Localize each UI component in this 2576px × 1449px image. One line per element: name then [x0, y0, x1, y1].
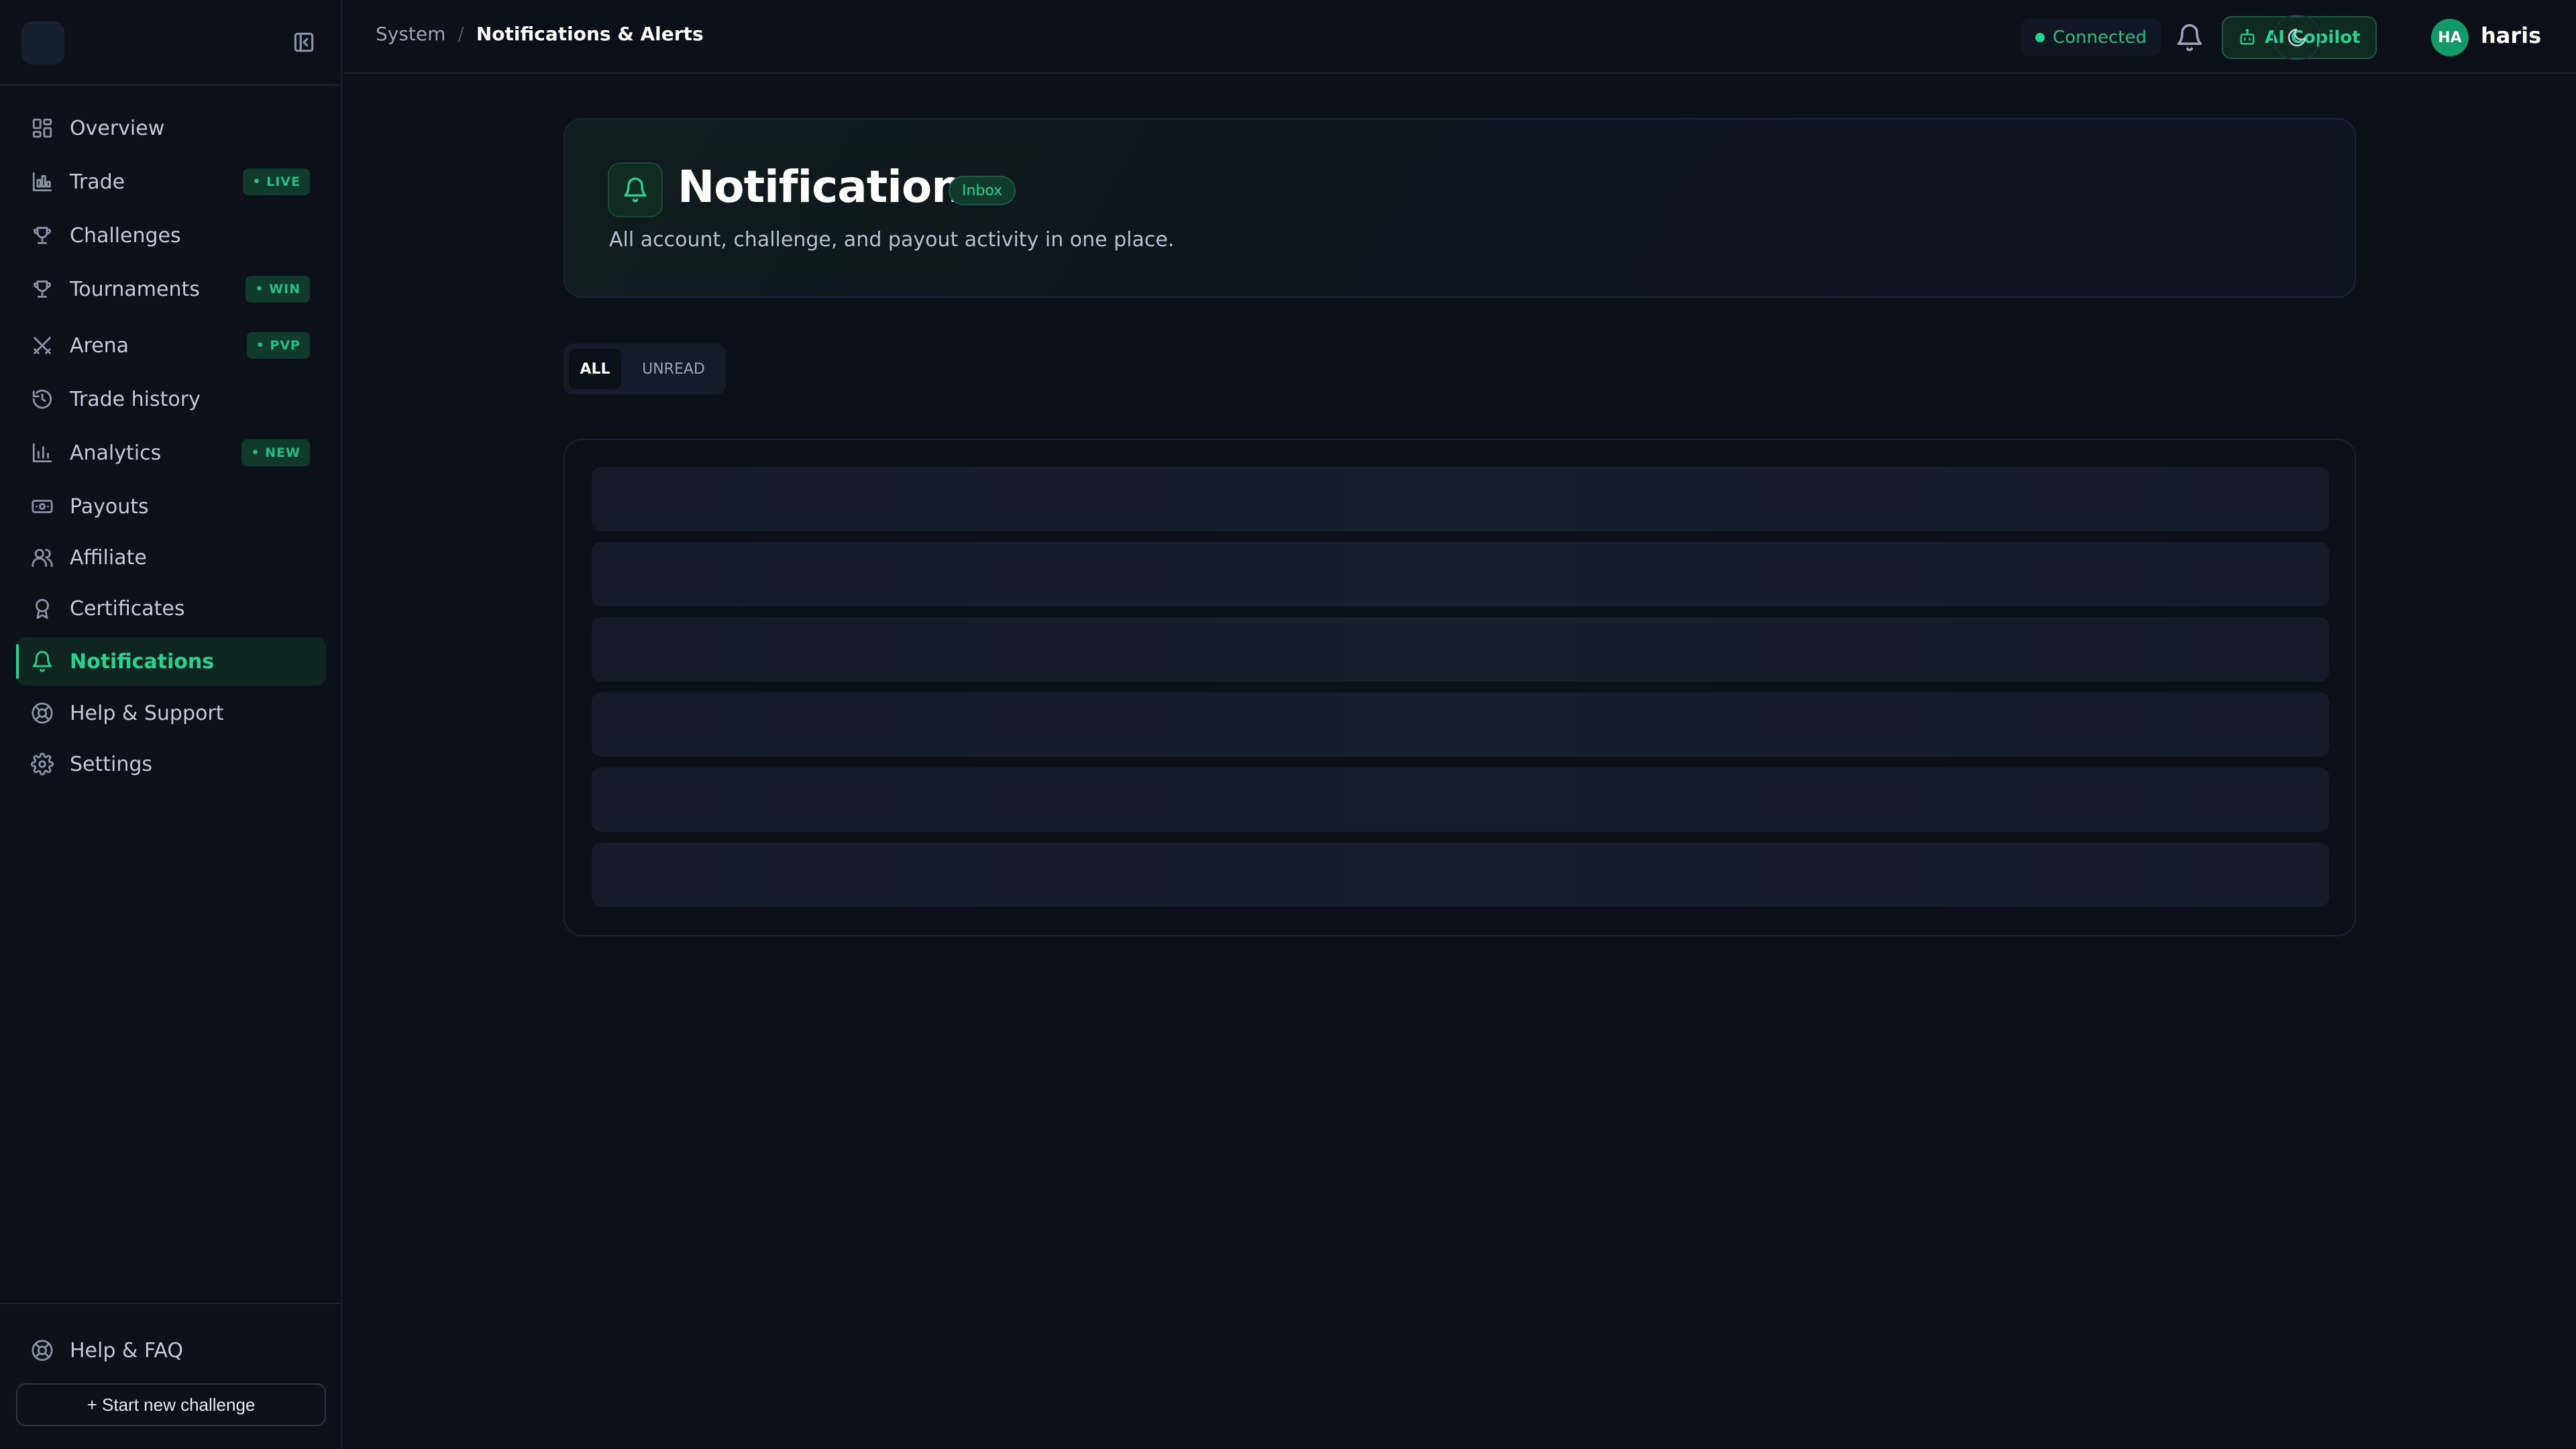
trophy-icon	[31, 278, 54, 301]
tab-unread[interactable]: UNREAD	[627, 349, 720, 389]
sidebar-item-label: Analytics	[70, 441, 162, 465]
page-title: Notifications	[678, 161, 989, 213]
sidebar-item-label: Notifications	[70, 649, 215, 674]
notifications-hero-card: Notifications Inbox All account, challen…	[564, 118, 2356, 298]
sidebar-item-tournaments[interactable]: Tournaments • WIN	[16, 267, 326, 311]
sidebar-item-affiliate[interactable]: Affiliate	[16, 535, 326, 580]
sidebar-item-settings[interactable]: Settings	[16, 742, 326, 786]
sidebar-item-trade-history[interactable]: Trade history	[16, 377, 326, 421]
sidebar-item-certificates[interactable]: Certificates	[16, 586, 326, 631]
start-new-challenge-button[interactable]: + Start new challenge	[16, 1383, 326, 1426]
sidebar-nav: Overview Trade • LIVE Challenges Tournam…	[16, 106, 326, 793]
skeleton-row	[592, 467, 2329, 531]
banknote-icon	[31, 495, 54, 518]
breadcrumb: System / Notifications & Alerts	[376, 23, 704, 45]
notifications-list	[564, 439, 2356, 936]
sidebar-item-label: Payouts	[70, 494, 149, 519]
sidebar-item-label: Trade history	[70, 387, 201, 411]
connection-status-badge: Connected	[2021, 19, 2162, 56]
bot-icon	[2238, 28, 2257, 47]
chart-icon	[31, 170, 54, 193]
sidebar-item-label: Overview	[70, 116, 165, 140]
sidebar-header	[0, 0, 341, 86]
app-logo[interactable]	[21, 21, 64, 64]
sidebar-item-label: Arena	[70, 333, 129, 358]
sidebar-item-label: Tournaments	[70, 277, 200, 301]
skeleton-row	[592, 542, 2329, 606]
new-badge: • NEW	[241, 439, 310, 466]
bell-icon	[31, 650, 54, 673]
skeleton-row	[592, 617, 2329, 682]
live-badge: • LIVE	[243, 168, 310, 195]
sidebar-item-analytics[interactable]: Analytics • NEW	[16, 431, 326, 475]
breadcrumb-separator: /	[458, 23, 464, 45]
sidebar-item-help-support[interactable]: Help & Support	[16, 691, 326, 735]
avatar[interactable]: HA	[2431, 19, 2469, 56]
sidebar-item-trade[interactable]: Trade • LIVE	[16, 160, 326, 204]
sidebar-item-challenges[interactable]: Challenges	[16, 213, 326, 258]
sidebar-item-arena[interactable]: Arena • PVP	[16, 323, 326, 368]
users-icon	[31, 546, 54, 569]
breadcrumb-current: Notifications & Alerts	[476, 23, 704, 45]
sidebar-item-label: Settings	[70, 752, 153, 776]
bell-icon	[608, 162, 663, 217]
skeleton-row	[592, 692, 2329, 757]
sidebar-item-overview[interactable]: Overview	[16, 106, 326, 150]
skeleton-row	[592, 767, 2329, 832]
sidebar: Overview Trade • LIVE Challenges Tournam…	[0, 0, 342, 1449]
filter-tabs: ALL UNREAD	[564, 343, 726, 394]
gear-icon	[31, 753, 54, 775]
sidebar-item-label: Certificates	[70, 596, 185, 621]
history-icon	[31, 388, 54, 411]
pvp-badge: • PVP	[246, 332, 310, 359]
win-badge: • WIN	[246, 276, 310, 303]
skeleton-row	[592, 843, 2329, 907]
tab-all[interactable]: ALL	[569, 349, 621, 389]
sidebar-item-notifications[interactable]: Notifications	[16, 637, 326, 686]
notifications-bell-icon[interactable]	[2175, 23, 2204, 52]
sidebar-item-label: Trade	[70, 170, 125, 194]
trophy-icon	[31, 224, 54, 247]
breadcrumb-parent[interactable]: System	[376, 23, 445, 45]
swords-icon	[31, 334, 54, 357]
lifebuoy-icon	[31, 1339, 54, 1362]
moon-icon	[2286, 27, 2308, 48]
grid-icon	[31, 117, 54, 140]
bar-chart-icon	[31, 441, 54, 464]
sidebar-item-payouts[interactable]: Payouts	[16, 484, 326, 529]
sidebar-item-label: Challenges	[70, 223, 181, 248]
page-subtitle: All account, challenge, and payout activ…	[609, 228, 1175, 252]
sidebar-item-help-faq[interactable]: Help & FAQ	[16, 1328, 326, 1373]
help-faq-label: Help & FAQ	[70, 1338, 183, 1362]
status-dot-icon	[2035, 33, 2045, 42]
username[interactable]: haris	[2481, 23, 2541, 48]
sidebar-item-label: Help & Support	[70, 701, 224, 725]
sidebar-item-label: Affiliate	[70, 545, 147, 570]
award-icon	[31, 597, 54, 620]
connection-status-label: Connected	[2053, 28, 2147, 48]
sidebar-footer-divider	[0, 1303, 342, 1304]
lifebuoy-icon	[31, 702, 54, 724]
theme-toggle-button[interactable]	[2273, 15, 2321, 60]
sidebar-collapse-icon[interactable]	[291, 30, 317, 55]
top-header: System / Notifications & Alerts Connecte…	[343, 0, 2576, 74]
inbox-badge: Inbox	[949, 176, 1016, 205]
